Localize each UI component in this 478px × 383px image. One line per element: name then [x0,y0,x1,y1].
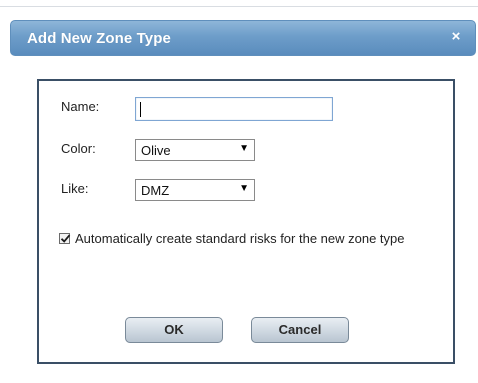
like-label: Like: [61,181,89,196]
auto-risks-label: Automatically create standard risks for … [75,231,405,246]
cancel-button[interactable]: Cancel [251,317,349,343]
text-caret [140,102,141,117]
dialog-title: Add New Zone Type [27,30,171,47]
color-select[interactable]: Olive ▼ [135,139,255,161]
dropdown-arrow-icon: ▼ [239,143,249,154]
name-input[interactable] [135,97,333,121]
auto-risks-checkbox[interactable] [59,233,71,244]
form-panel: Name: Color: Olive ▼ Like: DMZ ▼ Automat… [37,79,455,364]
auto-risks-option: Automatically create standard risks for … [59,231,429,247]
add-zone-type-dialog: Add New Zone Type × Name: Color: Olive ▼… [0,6,478,383]
dropdown-arrow-icon: ▼ [239,183,249,194]
close-icon[interactable]: × [447,28,465,46]
ok-button[interactable]: OK [125,317,223,343]
checkmark-icon [60,234,71,243]
name-label: Name: [61,99,100,114]
dialog-titlebar[interactable]: Add New Zone Type × [10,20,476,56]
like-select[interactable]: DMZ ▼ [135,179,255,201]
page: Add New Zone Type × Name: Color: Olive ▼… [0,0,478,383]
color-select-value: Olive [141,143,171,158]
color-label: Color: [61,141,96,156]
like-select-value: DMZ [141,183,170,198]
